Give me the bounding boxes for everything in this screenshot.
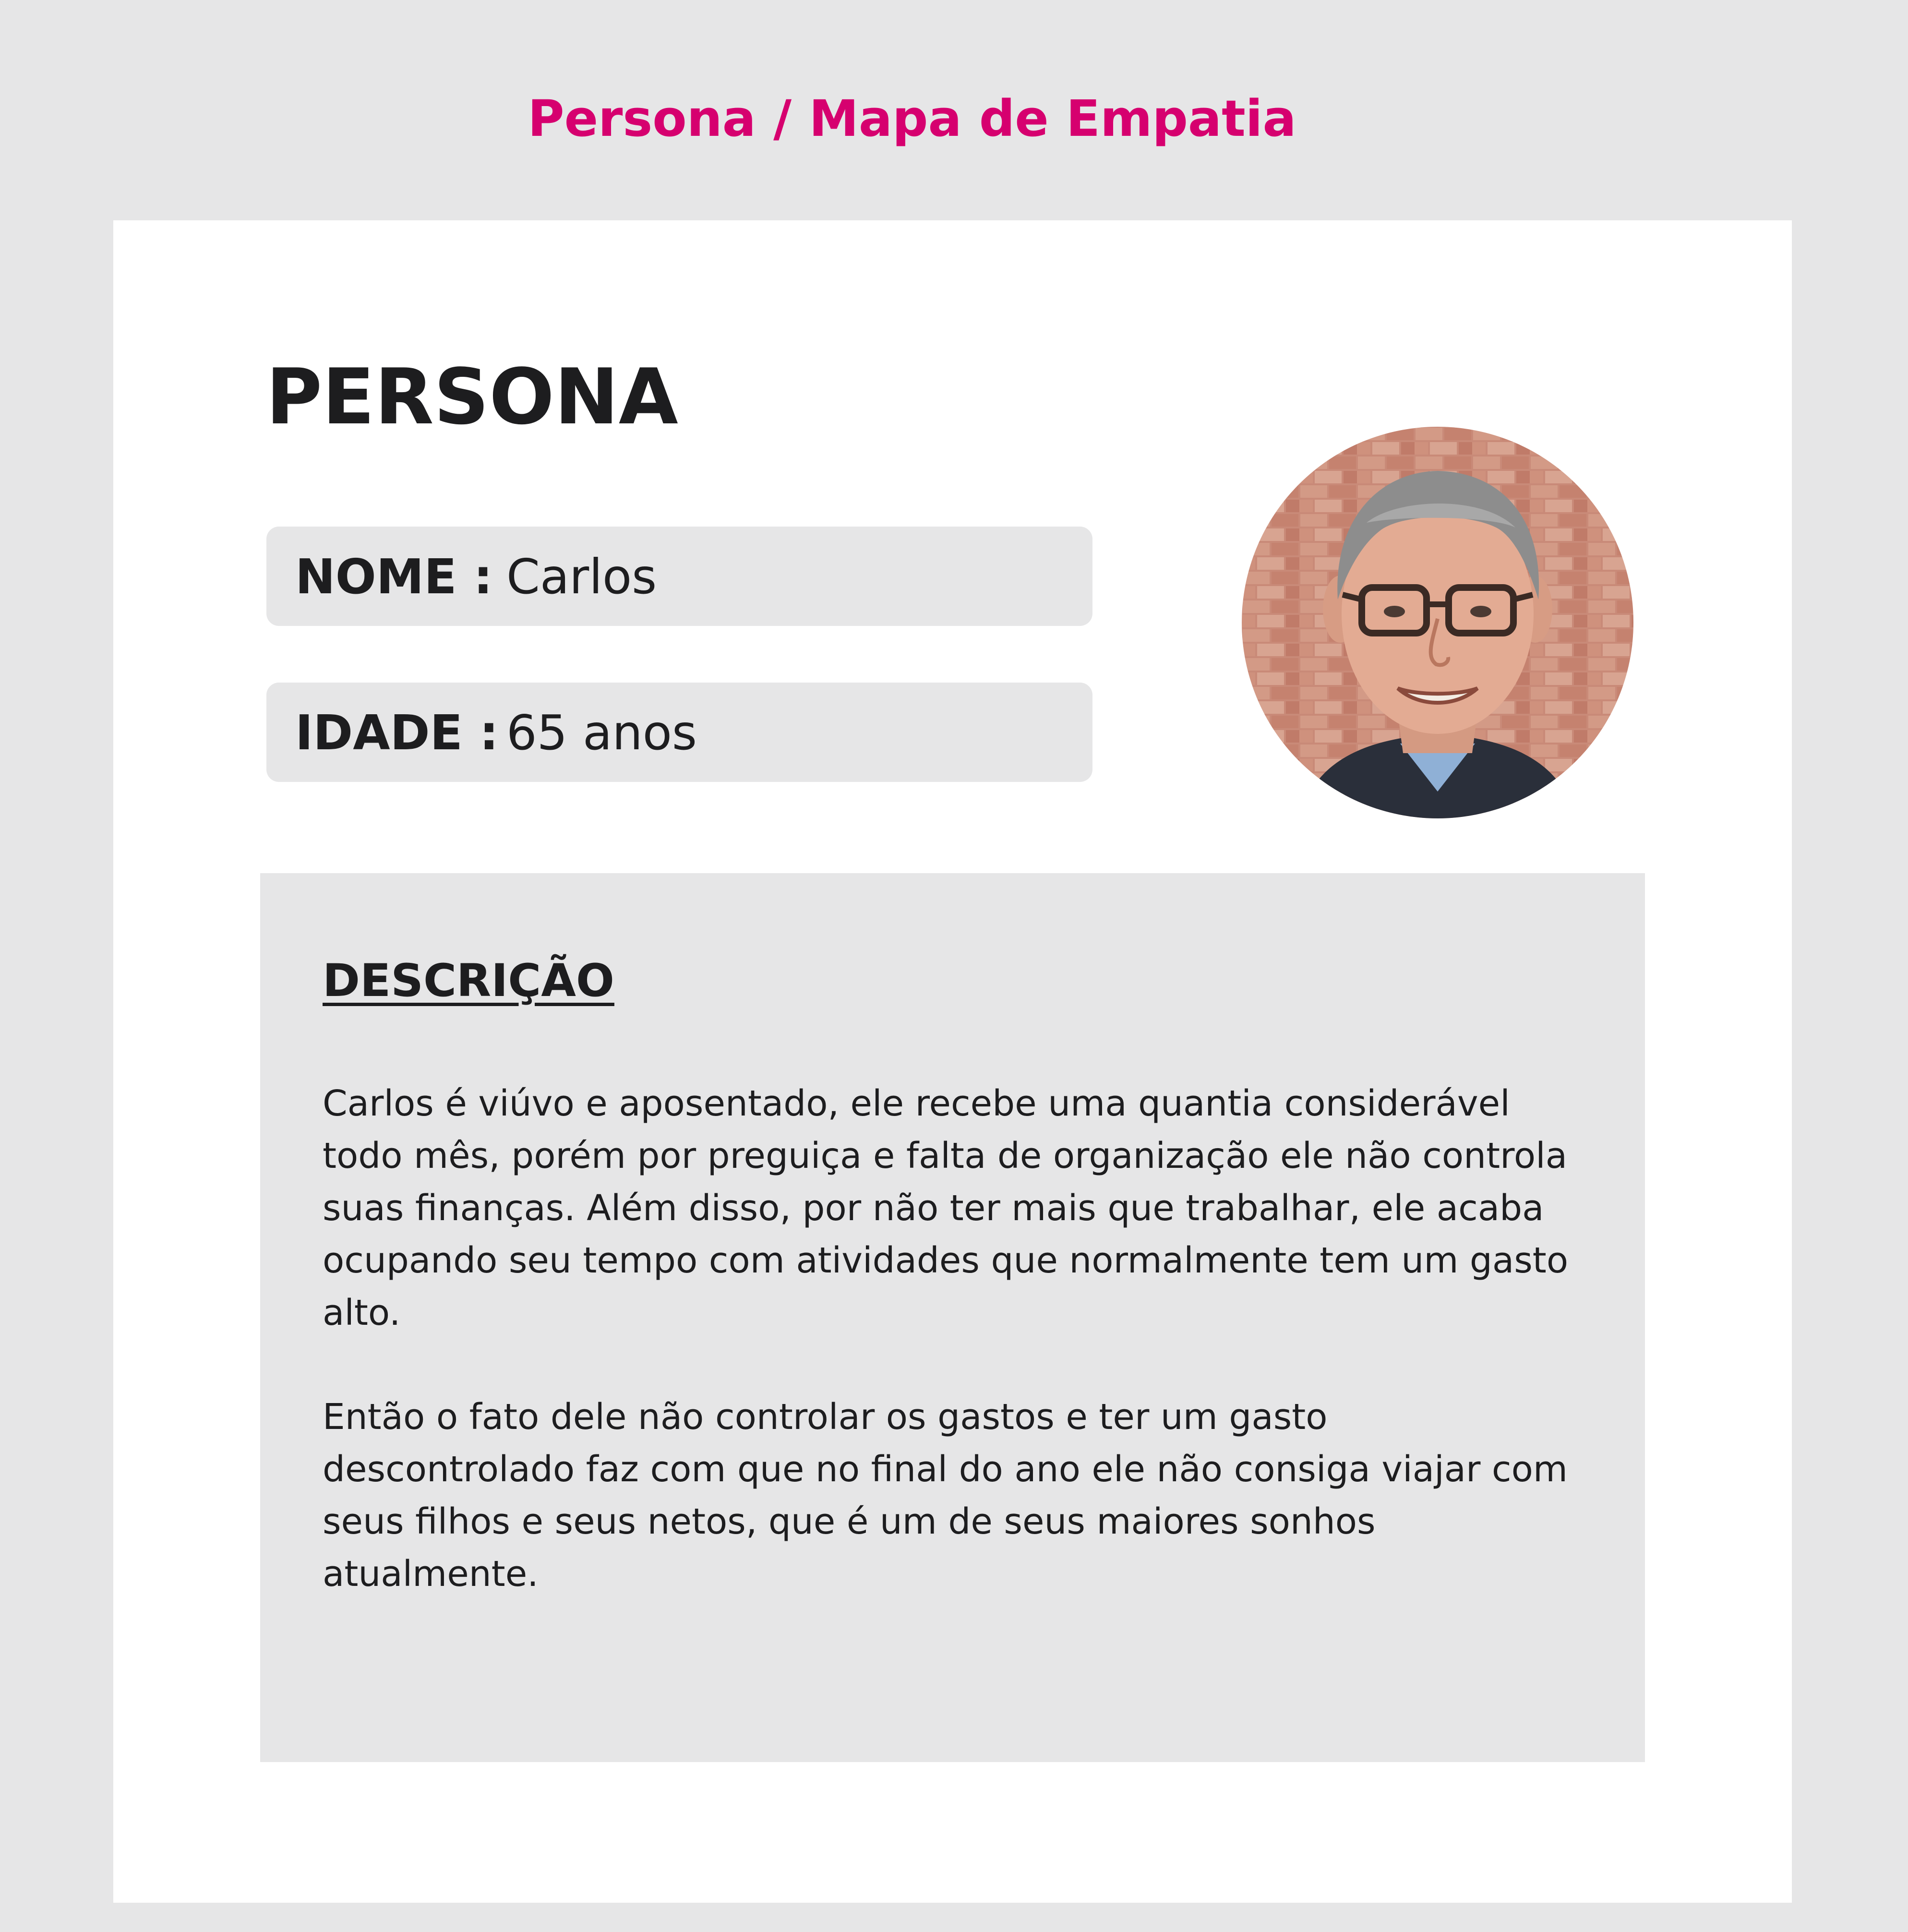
description-title: DESCRIÇÃO bbox=[323, 955, 614, 1007]
page-title: Persona / Mapa de Empatia bbox=[528, 89, 1296, 148]
persona-photo-icon bbox=[1242, 427, 1633, 818]
age-label: IDADE : bbox=[295, 705, 499, 761]
persona-heading: PERSONA bbox=[266, 352, 678, 442]
name-field: NOME : Carlos bbox=[266, 527, 1092, 626]
age-value: 65 anos bbox=[506, 705, 697, 761]
description-paragraph: Então o fato dele não controlar os gasto… bbox=[323, 1396, 1568, 1595]
name-label: NOME : bbox=[295, 549, 493, 605]
age-field: IDADE : 65 anos bbox=[266, 683, 1092, 782]
description-paragraph: Carlos é viúvo e aposentado, ele recebe … bbox=[323, 1083, 1569, 1333]
description-panel: DESCRIÇÃO Carlos é viúvo e aposentado, e… bbox=[260, 873, 1645, 1762]
persona-card: PERSONA NOME : Carlos IDADE : 65 anos DE… bbox=[113, 220, 1792, 1903]
name-value: Carlos bbox=[506, 549, 657, 605]
